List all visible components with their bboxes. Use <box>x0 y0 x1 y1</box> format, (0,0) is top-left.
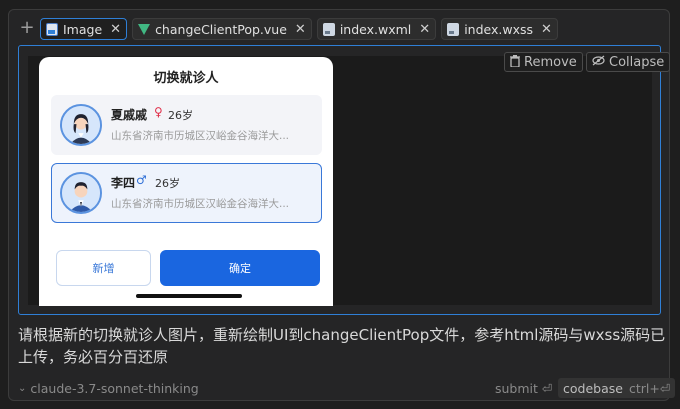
male-icon: ♂ <box>136 173 147 187</box>
patient-name: 夏戚戚 <box>111 108 148 122</box>
patient-card[interactable]: 夏戚戚 ♀ 26岁 山东省济南市历城区汉峪金谷海洋大... <box>51 95 322 155</box>
eye-off-icon <box>592 55 605 69</box>
codebase-shortcut: ctrl+⏎ <box>628 380 671 396</box>
male-avatar-icon <box>60 172 102 214</box>
attachment-tabbar: + Image ✕ changeClientPop.vue ✕ index.wx… <box>19 18 563 40</box>
patient-address: 山东省济南市历城区汉峪金谷海洋大... <box>111 130 290 142</box>
close-icon[interactable]: ✕ <box>541 22 552 37</box>
remove-image-button[interactable]: Remove <box>504 52 583 72</box>
patient-age: 26岁 <box>168 109 193 122</box>
image-preview: Remove Collapse 切换就诊人 夏戚戚 ♀ 26岁 山东省济南市历城… <box>18 45 671 315</box>
chevron-down-icon: ⌄ <box>18 383 27 394</box>
file-icon <box>447 22 460 36</box>
close-icon[interactable]: ✕ <box>419 22 430 37</box>
tab-label: changeClientPop.vue <box>155 21 287 37</box>
close-icon[interactable]: ✕ <box>295 22 306 37</box>
model-name: claude-3.7-sonnet-thinking <box>30 381 199 396</box>
remove-label: Remove <box>524 54 577 70</box>
patient-address: 山东省济南市历城区汉峪金谷海洋大... <box>111 198 290 210</box>
codebase-button[interactable]: codebase ctrl+⏎ <box>558 378 676 398</box>
tab-image[interactable]: Image ✕ <box>40 18 128 40</box>
collapse-image-button[interactable]: Collapse <box>586 52 671 72</box>
image-icon <box>46 22 58 36</box>
patient-age: 26岁 <box>155 177 180 190</box>
trash-icon <box>510 54 520 70</box>
add-patient-button[interactable]: 新增 <box>56 250 151 286</box>
add-attachment-button[interactable]: + <box>19 18 35 40</box>
popup-title: 切换就诊人 <box>153 71 219 86</box>
vue-icon <box>138 23 151 35</box>
tab-label: Image <box>63 21 103 37</box>
phone-mockup: 切换就诊人 夏戚戚 ♀ 26岁 山东省济南市历城区汉峪金谷海洋大... 李四 ♂… <box>39 57 333 306</box>
home-indicator <box>136 294 242 298</box>
prompt-text[interactable]: 请根据新的切换就诊人图片，重新绘制UI到changeClientPop文件，参考… <box>18 324 668 368</box>
codebase-label: codebase <box>563 380 623 396</box>
tab-label: index.wxml <box>339 21 412 37</box>
patient-name: 李四 <box>111 176 136 190</box>
tab-changeclientpop-vue[interactable]: changeClientPop.vue ✕ <box>132 18 312 40</box>
submit-button[interactable]: submit ⏎ <box>495 381 552 396</box>
model-selector[interactable]: ⌄ claude-3.7-sonnet-thinking <box>18 381 199 396</box>
female-avatar-icon <box>60 104 102 146</box>
confirm-button[interactable]: 确定 <box>160 250 320 286</box>
chat-input-panel: + Image ✕ changeClientPop.vue ✕ index.wx… <box>8 9 676 401</box>
close-icon[interactable]: ✕ <box>110 22 121 37</box>
female-icon: ♀ <box>154 105 163 119</box>
tab-index-wxss[interactable]: index.wxss ✕ <box>441 18 558 40</box>
patient-card-selected[interactable]: 李四 ♂ 26岁 山东省济南市历城区汉峪金谷海洋大... <box>51 163 322 223</box>
collapse-label: Collapse <box>609 54 665 70</box>
tab-index-wxml[interactable]: index.wxml ✕ <box>316 18 437 40</box>
file-icon <box>322 22 335 36</box>
tab-label: index.wxss <box>464 21 534 37</box>
